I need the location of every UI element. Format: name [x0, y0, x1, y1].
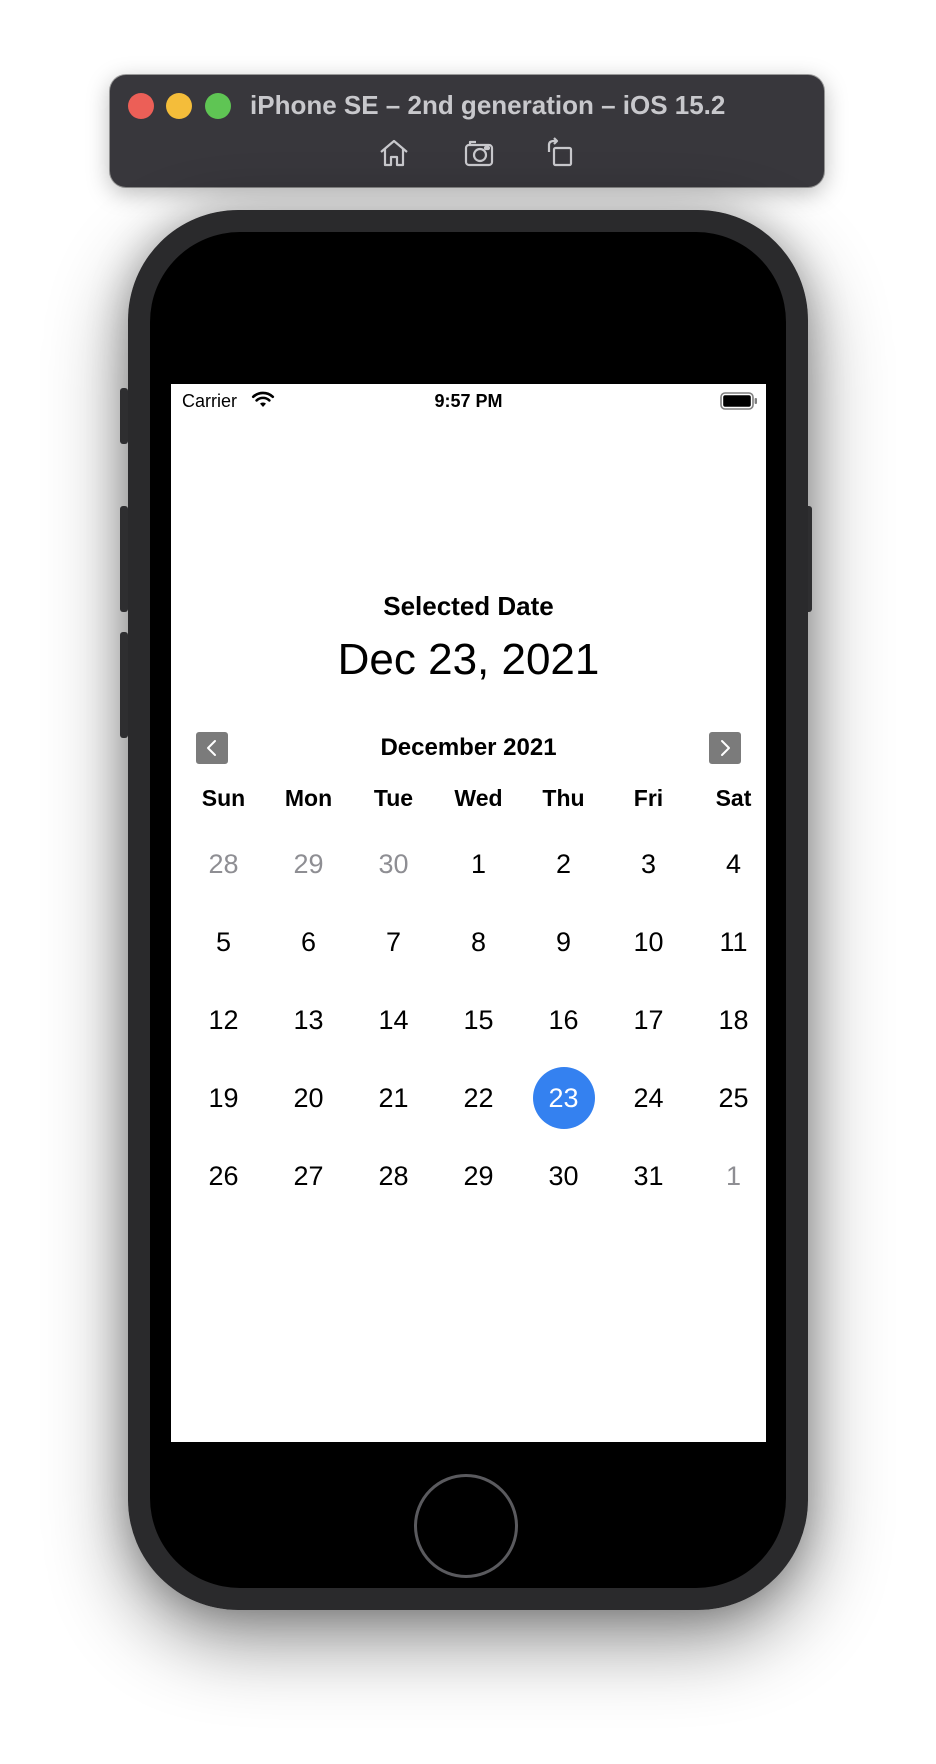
day-number: 30 [548, 1160, 579, 1191]
volume-up-button [120, 506, 128, 612]
battery-icon [720, 392, 757, 410]
day-cell[interactable]: 28 [351, 1161, 436, 1254]
day-number: 26 [208, 1160, 239, 1191]
day-number: 28 [378, 1160, 409, 1191]
day-number: 20 [293, 1082, 324, 1113]
weekday-label: Tue [373, 785, 414, 811]
weekday-label: Wed [454, 785, 503, 811]
day-cell[interactable]: 27 [266, 1161, 351, 1254]
home-icon [380, 139, 408, 167]
selected-date-value: Dec 23, 2021 [337, 635, 600, 684]
day-number: 9 [555, 926, 572, 957]
day-number: 14 [378, 1004, 409, 1035]
weekday-label: Mon [284, 785, 333, 811]
mute-switch [120, 388, 128, 444]
weekday-label: Fri [633, 785, 664, 811]
day-number: 31 [633, 1160, 664, 1191]
day-number: 11 [719, 926, 748, 957]
day-number: 18 [718, 1004, 749, 1035]
screenshot-button-toolbar[interactable] [462, 135, 498, 171]
day-number: 12 [208, 1004, 239, 1035]
day-number: 2 [555, 848, 572, 879]
day-number: 6 [300, 926, 317, 957]
day-number: 4 [725, 848, 742, 879]
day-number: 16 [548, 1004, 579, 1035]
day-cell[interactable]: 1 [691, 1161, 766, 1254]
day-cell[interactable]: 29 [436, 1161, 521, 1254]
day-cell[interactable]: 30 [521, 1161, 606, 1254]
day-number: 27 [293, 1160, 324, 1191]
day-cell[interactable]: 31 [606, 1161, 691, 1254]
next-month-button[interactable] [709, 732, 741, 764]
camera-icon [464, 140, 494, 167]
day-number: 1 [725, 1160, 742, 1191]
day-number: 5 [215, 926, 232, 957]
simulator-titlebar: iPhone SE – 2nd generation – iOS 15.2 [110, 75, 824, 187]
day-number: 1 [470, 848, 487, 879]
day-number: 25 [718, 1082, 749, 1113]
minimize-window-button[interactable] [166, 93, 192, 119]
zoom-window-button[interactable] [205, 93, 231, 119]
day-number: 29 [463, 1160, 494, 1191]
chevron-right-icon [721, 740, 730, 756]
month-header: December 2021 [171, 728, 766, 768]
day-number: 23 [532, 1067, 595, 1129]
day-cell[interactable]: 26 [181, 1161, 266, 1254]
day-number: 3 [640, 848, 657, 879]
day-number: 29 [293, 848, 324, 879]
day-number: 8 [470, 926, 487, 957]
simulator-title: iPhone SE – 2nd generation – iOS 15.2 [250, 90, 726, 120]
weekday-label: Sun [201, 785, 246, 811]
day-number: 15 [463, 1004, 494, 1035]
weekday-label: Sat [715, 785, 752, 811]
week-row: 26 27 28 29 30 31 1 [181, 1161, 766, 1254]
volume-down-button [120, 632, 128, 738]
day-number: 7 [385, 926, 402, 957]
selected-date-label: Selected Date [383, 591, 554, 621]
weekday-header: Sun Mon Tue Wed Thu Fri Sat [181, 782, 766, 814]
rotate-button-toolbar[interactable] [542, 135, 578, 171]
day-number: 21 [378, 1082, 409, 1113]
close-window-button[interactable] [128, 93, 154, 119]
home-button-toolbar[interactable] [376, 135, 412, 171]
day-number: 28 [208, 848, 239, 879]
calendar-grid: 28 29 30 1 2 3 4 5 6 7 8 9 10 11 12 13 1… [181, 849, 766, 1254]
home-button[interactable] [414, 1474, 518, 1578]
weekday-label: Thu [542, 785, 585, 811]
month-title: December 2021 [380, 734, 557, 761]
day-number: 30 [378, 848, 409, 879]
day-number: 22 [463, 1082, 494, 1113]
day-number: 10 [633, 926, 664, 957]
day-number: 13 [293, 1004, 324, 1035]
phone-screen: Carrier 9:57 PM Selected Date Dec 23, 20… [171, 384, 766, 1442]
rotate-icon [547, 137, 573, 167]
day-number: 17 [633, 1004, 664, 1035]
desktop-background: iPhone SE – 2nd generation – iOS 15.2 Ca… [0, 0, 936, 1764]
status-bar: Carrier 9:57 PM [171, 384, 766, 418]
day-number: 19 [208, 1082, 239, 1113]
status-time: 9:57 PM [434, 391, 503, 411]
day-number: 24 [633, 1082, 664, 1113]
